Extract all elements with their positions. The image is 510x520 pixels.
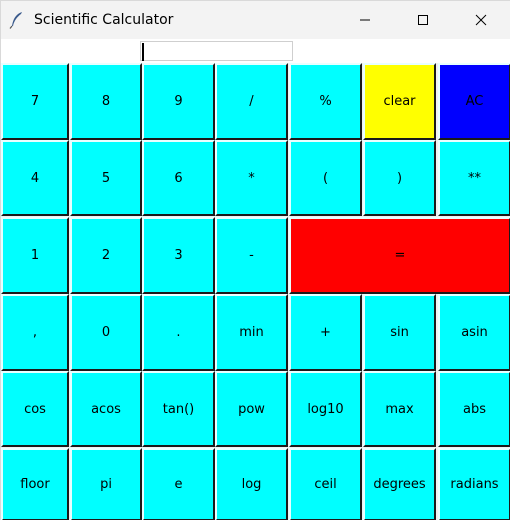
key-log[interactable]: log bbox=[215, 448, 288, 520]
key-max[interactable]: max bbox=[363, 371, 436, 447]
minimize-button[interactable] bbox=[336, 1, 394, 39]
feather-icon bbox=[9, 11, 25, 29]
key-sin[interactable]: sin bbox=[363, 294, 436, 371]
key-acos[interactable]: acos bbox=[70, 371, 142, 447]
text-caret bbox=[142, 43, 144, 61]
equals-button[interactable]: = bbox=[289, 217, 510, 294]
key-open-paren[interactable]: ( bbox=[289, 140, 362, 216]
key-asin[interactable]: asin bbox=[438, 294, 510, 371]
key-percent[interactable]: % bbox=[289, 63, 362, 140]
key-decimal[interactable]: . bbox=[142, 294, 215, 371]
key-min[interactable]: min bbox=[215, 294, 288, 371]
key-close-paren[interactable]: ) bbox=[363, 140, 436, 216]
key-degrees[interactable]: degrees bbox=[363, 448, 436, 520]
key-comma[interactable]: , bbox=[1, 294, 69, 371]
key-plus[interactable]: + bbox=[289, 294, 362, 371]
expression-input[interactable] bbox=[140, 41, 293, 61]
key-minus[interactable]: - bbox=[215, 217, 288, 294]
key-5[interactable]: 5 bbox=[70, 140, 142, 216]
keypad: 7 8 9 / % clear AC 4 5 6 * ( ) ** 1 2 3 … bbox=[1, 63, 510, 520]
key-abs[interactable]: abs bbox=[438, 371, 510, 447]
all-clear-button[interactable]: AC bbox=[438, 63, 510, 140]
key-ceil[interactable]: ceil bbox=[289, 448, 362, 520]
key-radians[interactable]: radians bbox=[438, 448, 510, 520]
key-0[interactable]: 0 bbox=[70, 294, 142, 371]
clear-button[interactable]: clear bbox=[363, 63, 436, 140]
maximize-button[interactable] bbox=[394, 1, 452, 39]
key-power[interactable]: ** bbox=[438, 140, 510, 216]
key-1[interactable]: 1 bbox=[1, 217, 69, 294]
key-7[interactable]: 7 bbox=[1, 63, 69, 140]
key-pi[interactable]: pi bbox=[70, 448, 142, 520]
calculator-window: Scientific Calculator 7 8 9 / % clear AC bbox=[0, 0, 510, 520]
key-8[interactable]: 8 bbox=[70, 63, 142, 140]
key-log10[interactable]: log10 bbox=[289, 371, 362, 447]
window-title: Scientific Calculator bbox=[34, 12, 174, 28]
key-multiply[interactable]: * bbox=[215, 140, 288, 216]
key-2[interactable]: 2 bbox=[70, 217, 142, 294]
title-bar[interactable]: Scientific Calculator bbox=[1, 1, 510, 39]
key-tan[interactable]: tan() bbox=[142, 371, 215, 447]
display-row bbox=[1, 39, 510, 63]
minimize-icon bbox=[359, 14, 371, 26]
key-4[interactable]: 4 bbox=[1, 140, 69, 216]
maximize-icon bbox=[417, 14, 429, 26]
key-cos[interactable]: cos bbox=[1, 371, 69, 447]
close-icon bbox=[475, 14, 487, 26]
close-button[interactable] bbox=[452, 1, 510, 39]
key-9[interactable]: 9 bbox=[142, 63, 215, 140]
key-3[interactable]: 3 bbox=[142, 217, 215, 294]
key-divide[interactable]: / bbox=[215, 63, 288, 140]
key-6[interactable]: 6 bbox=[142, 140, 215, 216]
key-pow[interactable]: pow bbox=[215, 371, 288, 447]
key-floor[interactable]: floor bbox=[1, 448, 69, 520]
key-e[interactable]: e bbox=[142, 448, 215, 520]
